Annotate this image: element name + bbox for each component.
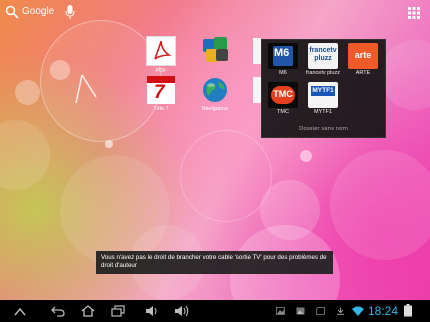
clock[interactable]: 18:24	[368, 304, 398, 318]
channel-mytf1[interactable]: MYTF1 MYTF1	[304, 82, 342, 115]
battery-icon	[404, 304, 412, 317]
partial-app-icon	[253, 38, 261, 64]
channel-francetv-pluzz[interactable]: francetv pluzz francetv pluzz	[304, 43, 342, 76]
google-search-label[interactable]: Google	[22, 6, 54, 17]
open-folder-panel: M6 M6 francetv pluzz francetv pluzz arte…	[261, 39, 386, 138]
system-bar: 18:24	[0, 300, 430, 322]
recent-apps-icon[interactable]	[110, 304, 126, 318]
channel-label: francetv pluzz	[306, 70, 340, 76]
channel-m6[interactable]: M6 M6	[264, 43, 302, 76]
image-notification-icon[interactable]	[296, 307, 305, 315]
partial-app-icon	[253, 77, 261, 103]
app-label: Navigateur	[201, 106, 229, 112]
channel-label: TMC	[277, 109, 289, 115]
microphone-icon[interactable]	[64, 4, 76, 20]
toast-message: Vous n'avez pas le droit de brancher vot…	[96, 251, 333, 274]
app-label: Téle 7	[153, 106, 169, 112]
app-tele7[interactable]: 7 Téle 7	[138, 76, 184, 112]
channel-label: MYTF1	[313, 109, 333, 115]
volume-down-icon[interactable]	[144, 304, 160, 318]
channel-arte[interactable]: arte ARTE	[344, 43, 382, 76]
expand-icon[interactable]	[12, 304, 28, 318]
home-icon[interactable]	[80, 304, 96, 318]
gallery-notification-icon[interactable]	[276, 307, 285, 315]
channel-tmc[interactable]: TMC TMC	[264, 82, 302, 115]
search-icon[interactable]	[5, 5, 19, 19]
pluzz-icon: francetv pluzz	[308, 43, 338, 69]
clock-hands-decoration	[75, 74, 97, 104]
m6-icon: M6	[268, 43, 298, 69]
tele7-icon: 7	[147, 76, 175, 104]
arte-icon: arte	[348, 43, 378, 69]
back-icon[interactable]	[50, 304, 66, 318]
top-bar: Google	[0, 0, 430, 26]
globe-icon	[201, 76, 229, 104]
volume-up-icon[interactable]	[174, 304, 190, 318]
channel-label: ARTE	[355, 70, 371, 76]
wifi-icon	[352, 306, 364, 316]
download-icon[interactable]	[336, 307, 345, 315]
all-apps-icon[interactable]	[408, 7, 420, 19]
folder-name[interactable]: Dossier sans nom	[262, 126, 385, 132]
app-browser[interactable]: Navigateur	[192, 76, 238, 112]
app-icon-cluster-icon	[201, 36, 229, 64]
app-pdf[interactable]: PDF	[138, 36, 184, 74]
app-label: PDF	[155, 68, 167, 74]
pdf-icon	[146, 36, 176, 66]
channel-label: M6	[279, 70, 287, 76]
app-folder-icons[interactable]	[192, 36, 238, 66]
card-notification-icon[interactable]	[316, 307, 325, 315]
mytf1-icon: MYTF1	[308, 82, 338, 108]
tmc-icon: TMC	[268, 82, 298, 108]
